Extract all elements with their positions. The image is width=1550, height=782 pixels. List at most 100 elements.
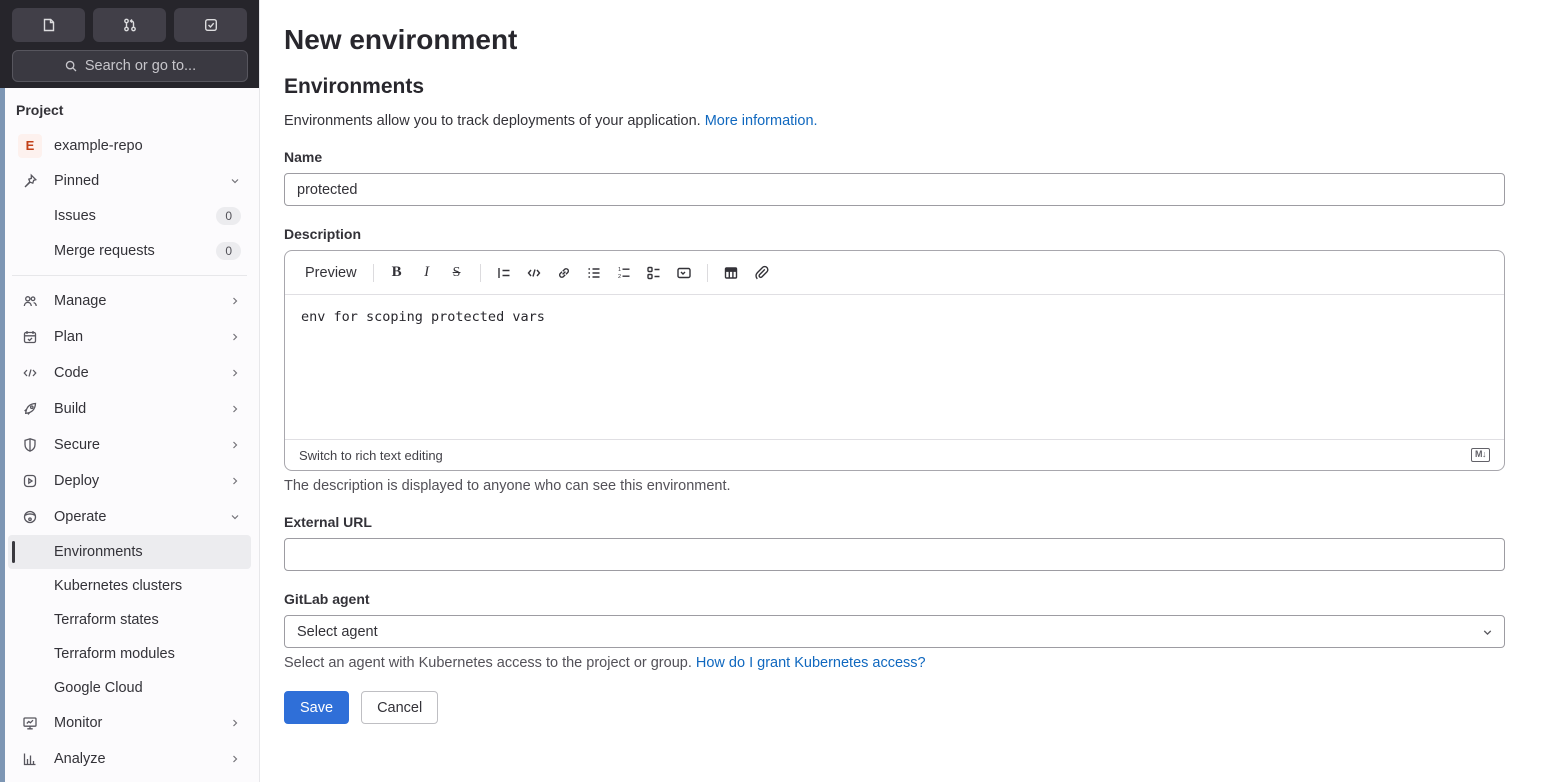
issues-icon xyxy=(41,17,57,33)
main-content: New environment Environments Environment… xyxy=(260,0,1550,782)
kubernetes-access-link[interactable]: How do I grant Kubernetes access? xyxy=(696,655,926,671)
name-label: Name xyxy=(284,149,323,165)
external-url-label: External URL xyxy=(284,514,372,530)
description-label: Description xyxy=(284,226,362,242)
project-name: example-repo xyxy=(54,137,143,154)
sidebar-item-terraform-states[interactable]: Terraform states xyxy=(8,603,251,637)
merge-requests-shortcut-button[interactable] xyxy=(93,8,166,42)
todo-list-shortcut-button[interactable] xyxy=(174,8,247,42)
task-list-icon[interactable] xyxy=(641,260,667,286)
environments-label: Environments xyxy=(54,544,143,560)
code-icon xyxy=(22,365,38,381)
code-block-icon[interactable] xyxy=(521,260,547,286)
sidebar-item-kubernetes-clusters[interactable]: Kubernetes clusters xyxy=(8,569,251,603)
calendar-icon xyxy=(22,329,38,345)
globe-icon xyxy=(22,509,38,525)
agent-select[interactable]: Select agent xyxy=(284,615,1505,648)
sidebar-item-merge-requests[interactable]: Merge requests 0 xyxy=(8,233,251,268)
sidebar-item-deploy[interactable]: Deploy xyxy=(8,463,251,499)
link-icon[interactable] xyxy=(551,260,577,286)
chevron-right-icon xyxy=(229,475,241,487)
toolbar-separator xyxy=(706,263,708,282)
sidebar-header: Search or go to... xyxy=(0,0,259,88)
sidebar-item-google-cloud[interactable]: Google Cloud xyxy=(8,671,251,705)
italic-icon[interactable]: I xyxy=(414,260,440,286)
sidebar-body: Project E example-repo Pinned Issues 0 M… xyxy=(0,88,259,782)
pinned-label: Pinned xyxy=(54,172,100,189)
save-button[interactable]: Save xyxy=(284,691,350,724)
merge-request-icon xyxy=(122,17,138,33)
toolbar-separator xyxy=(372,263,374,282)
markdown-editor: Preview B I S 12 env for scoping protect… xyxy=(284,250,1505,471)
switch-rich-text-link[interactable]: Switch to rich text editing xyxy=(299,448,443,463)
issues-shortcut-button[interactable] xyxy=(12,8,85,42)
sidebar-item-code[interactable]: Code xyxy=(8,355,251,391)
sidebar-item-plan[interactable]: Plan xyxy=(8,319,251,355)
sidebar-item-terraform-modules[interactable]: Terraform modules xyxy=(8,637,251,671)
table-icon[interactable] xyxy=(718,260,744,286)
environments-section-title: Environments xyxy=(284,75,425,98)
sidebar-item-operate[interactable]: Operate xyxy=(8,499,251,535)
bold-icon[interactable]: B xyxy=(384,260,410,286)
sidebar-item-monitor[interactable]: Monitor xyxy=(8,705,251,741)
terraform-states-label: Terraform states xyxy=(54,612,159,628)
issues-label: Issues xyxy=(54,207,96,224)
intro-sentence: Environments allow you to track deployme… xyxy=(284,113,701,129)
agent-help-sentence: Select an agent with Kubernetes access t… xyxy=(284,655,692,671)
chevron-right-icon xyxy=(229,331,241,343)
name-input[interactable] xyxy=(284,173,1505,206)
numbered-list-icon[interactable]: 12 xyxy=(611,260,637,286)
svg-text:1: 1 xyxy=(618,267,621,273)
bullet-list-icon[interactable] xyxy=(581,260,607,286)
sidebar-item-environments[interactable]: Environments xyxy=(8,535,251,569)
merge-requests-label: Merge requests xyxy=(54,242,155,259)
chevron-right-icon xyxy=(229,753,241,765)
chevron-down-icon xyxy=(1481,626,1494,639)
search-button[interactable]: Search or go to... xyxy=(12,50,248,82)
left-edge-strip xyxy=(0,88,5,782)
sidebar-item-build[interactable]: Build xyxy=(8,391,251,427)
pin-icon xyxy=(22,173,38,189)
gitlab-agent-label: GitLab agent xyxy=(284,591,370,607)
attach-file-icon[interactable] xyxy=(748,260,774,286)
chevron-down-icon xyxy=(229,175,241,187)
monitor-icon xyxy=(22,715,38,731)
form-actions: Save Cancel xyxy=(284,691,1505,724)
merge-requests-count-badge: 0 xyxy=(216,241,241,260)
more-information-link[interactable]: More information. xyxy=(705,113,818,129)
search-label: Search or go to... xyxy=(84,58,197,74)
preview-button[interactable]: Preview xyxy=(297,259,365,287)
page-title: New environment xyxy=(284,24,518,55)
sidebar-item-manage[interactable]: Manage xyxy=(8,283,251,319)
plan-label: Plan xyxy=(54,329,84,345)
editor-footer: Switch to rich text editing M↓ xyxy=(285,439,1504,470)
sidebar-item-secure[interactable]: Secure xyxy=(8,427,251,463)
external-url-input[interactable] xyxy=(284,538,1505,571)
app-window: Search or go to... Project E example-rep… xyxy=(0,0,1550,782)
intro-text: Environments allow you to track deployme… xyxy=(284,113,1505,129)
sidebar-item-project[interactable]: E example-repo xyxy=(8,128,251,163)
project-avatar: E xyxy=(18,133,42,158)
search-icon xyxy=(64,59,78,73)
monitor-label: Monitor xyxy=(54,715,103,731)
chevron-right-icon xyxy=(229,295,241,307)
sidebar-item-pinned[interactable]: Pinned xyxy=(8,163,251,198)
chevron-down-icon xyxy=(229,511,241,523)
description-textarea[interactable]: env for scoping protected vars xyxy=(285,295,1504,439)
sidebar-item-issues[interactable]: Issues 0 xyxy=(8,198,251,233)
google-cloud-label: Google Cloud xyxy=(54,680,143,696)
chevron-right-icon xyxy=(229,439,241,451)
agent-help-text: Select an agent with Kubernetes access t… xyxy=(284,655,1505,671)
manage-label: Manage xyxy=(54,293,107,309)
agent-select-value: Select agent xyxy=(297,623,378,640)
cancel-button[interactable]: Cancel xyxy=(361,691,439,724)
toolbar-separator xyxy=(479,263,481,282)
quote-icon[interactable] xyxy=(491,260,517,286)
collapsible-section-icon[interactable] xyxy=(671,260,697,286)
markdown-icon: M↓ xyxy=(1471,448,1490,462)
strikethrough-icon[interactable]: S xyxy=(444,260,470,286)
chart-icon xyxy=(22,751,38,767)
sidebar-item-analyze[interactable]: Analyze xyxy=(8,741,251,777)
chevron-right-icon xyxy=(229,403,241,415)
secure-label: Secure xyxy=(54,437,100,453)
